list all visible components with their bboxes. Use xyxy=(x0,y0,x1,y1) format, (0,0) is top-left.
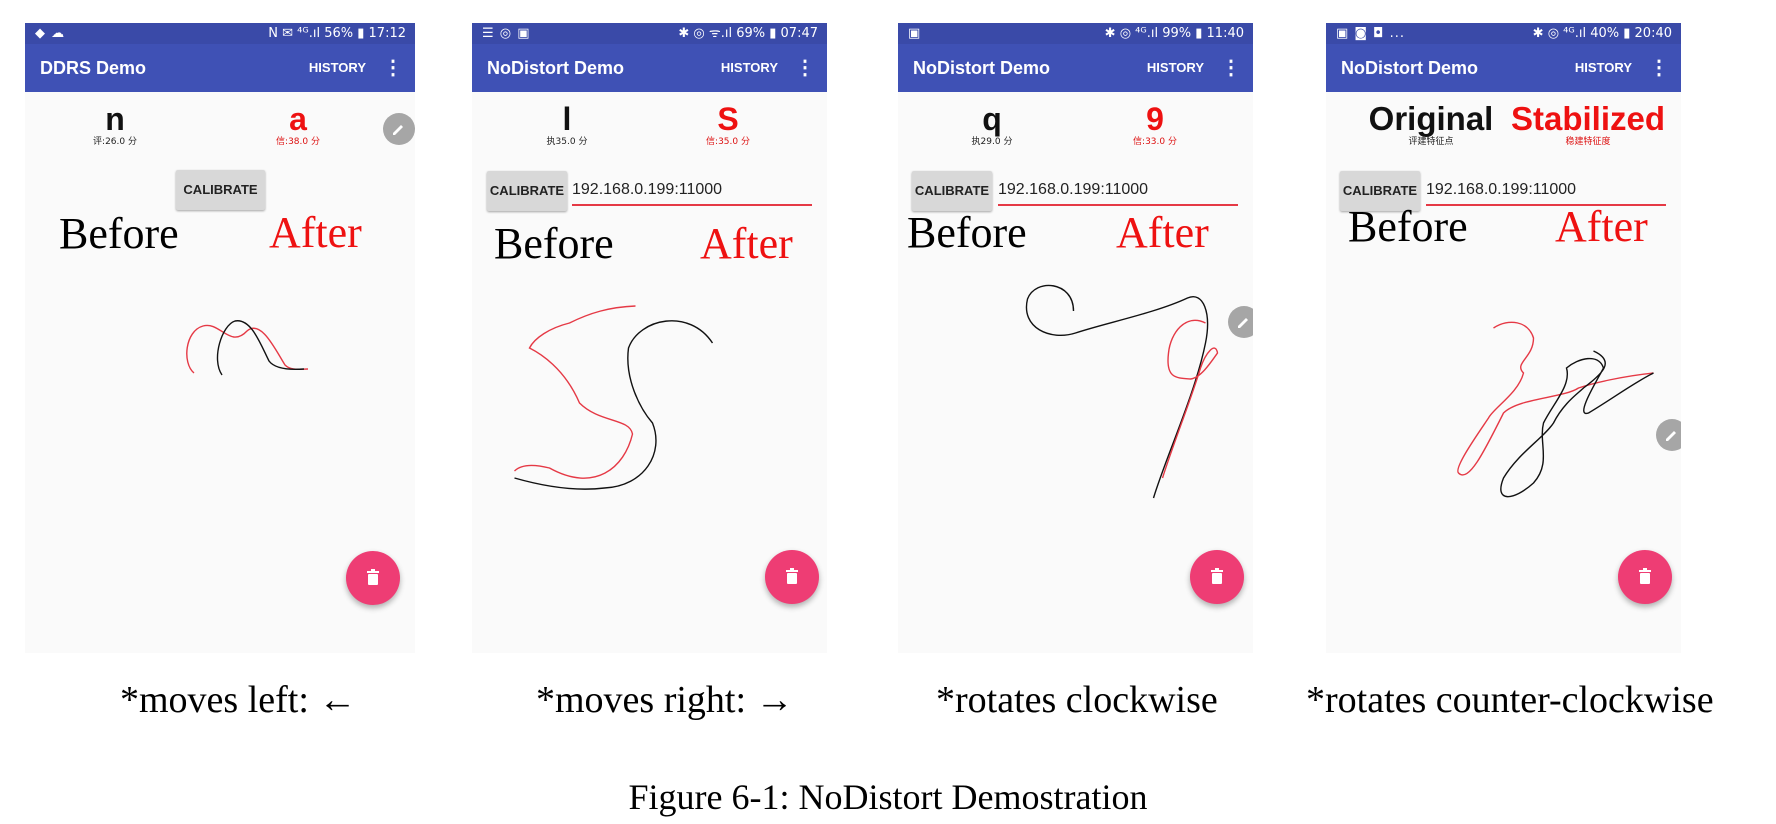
trash-icon xyxy=(367,569,379,585)
panel-caption-1: *moves left: ← xyxy=(120,679,357,721)
stroke-after xyxy=(1161,319,1219,479)
edit-button[interactable] xyxy=(1656,419,1681,451)
figure-caption: Figure 6-1: NoDistort Demostration xyxy=(628,777,1148,817)
clear-fab[interactable] xyxy=(1190,550,1244,604)
trash-icon xyxy=(1211,568,1223,584)
clear-fab[interactable] xyxy=(1618,550,1672,604)
edit-button[interactable] xyxy=(383,113,415,145)
panel-caption-3: *rotates clockwise xyxy=(936,679,1218,721)
stroke-after xyxy=(1457,321,1654,476)
clear-fab[interactable] xyxy=(765,550,819,604)
stroke-after xyxy=(514,305,636,479)
phone-screen-1: ◆ ☁ N ✉ ⁴ᴳ.ıl 56% ▮ 17:12 DDRS Demo HIST… xyxy=(25,23,415,653)
stroke-before xyxy=(1025,284,1209,499)
panel-caption-2: *moves right: → xyxy=(536,679,794,721)
edit-pencil-icon xyxy=(393,125,403,135)
trash-icon xyxy=(786,568,798,584)
stroke-before xyxy=(216,320,305,376)
edit-pencil-icon xyxy=(1666,431,1676,441)
edit-pencil-icon xyxy=(1238,318,1248,328)
trash-icon xyxy=(1639,568,1651,584)
phone-screen-4: ▣ ◙ ◘ ... ✱ ◎ ⁴ᴳ.ıl 40% ▮ 20:40 NoDistor… xyxy=(1326,23,1681,653)
edit-button[interactable] xyxy=(1228,306,1253,338)
phone-screen-3: ▣ ✱ ◎ ⁴ᴳ.ıl 99% ▮ 11:40 NoDistort Demo H… xyxy=(898,23,1253,653)
panel-caption-4: *rotates counter-clockwise xyxy=(1306,679,1714,721)
phone-screen-2: ☰ ◎ ▣ ✱ ◎ ᯤ.ıl 69% ▮ 07:47 NoDistort Dem… xyxy=(472,23,827,653)
clear-fab[interactable] xyxy=(346,551,400,605)
stroke-after xyxy=(186,324,309,374)
stroke-before xyxy=(514,320,714,490)
